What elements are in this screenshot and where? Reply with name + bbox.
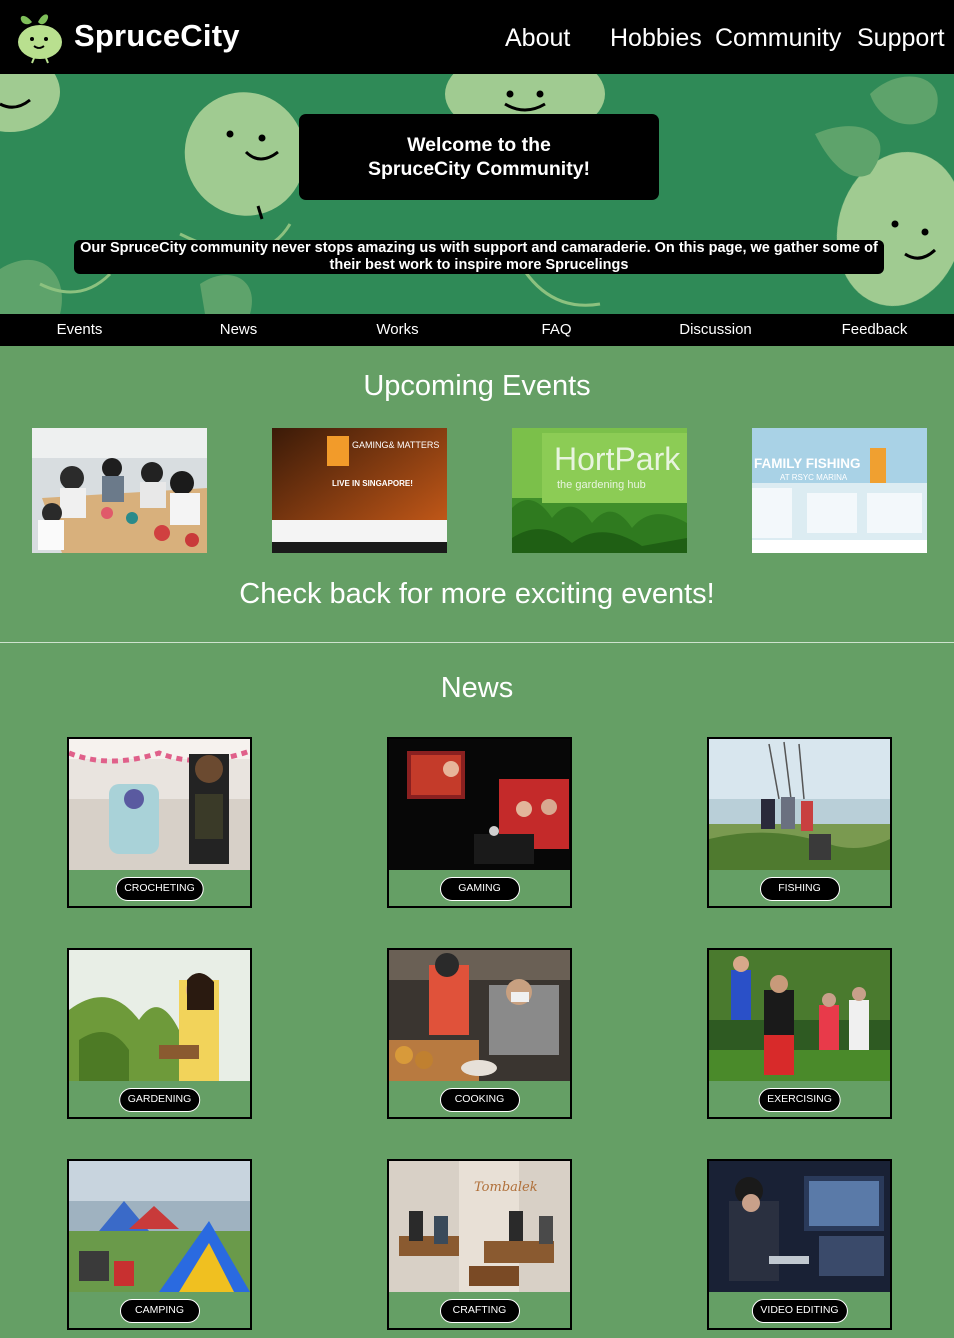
news-card-crocheting[interactable]: CROCHETING: [67, 737, 252, 908]
section-divider: [0, 642, 954, 643]
gaming-matters-poster: GAMING& MATTERS LIVE IN SINGAPORE!: [272, 428, 447, 553]
exercising-photo: [709, 950, 890, 1081]
crocheting-photo: [69, 739, 250, 870]
event-image-fishing[interactable]: FAMILY FISHING AT RSYC MARINA: [752, 428, 927, 553]
subnav-discussion[interactable]: Discussion: [636, 314, 795, 346]
welcome-line-2: SpruceCity Community!: [367, 158, 591, 180]
tag-cooking[interactable]: COOKING: [439, 1088, 520, 1112]
news-card-camping[interactable]: CAMPING: [67, 1159, 252, 1330]
camping-photo: [69, 1161, 250, 1292]
nav-hobbies[interactable]: Hobbies: [610, 24, 702, 53]
news-card-fishing[interactable]: FISHING: [707, 737, 892, 908]
news-card-video-editing[interactable]: VIDEO EDITING: [707, 1159, 892, 1330]
news-heading: News: [440, 672, 514, 704]
fishing-poster-title: FAMILY FISHING: [754, 456, 861, 471]
gaming-photo: [389, 739, 570, 870]
hortpark-sign-title: HortPark: [554, 441, 681, 477]
tag-exercising[interactable]: EXERCISING: [758, 1088, 841, 1112]
event-image-gaming[interactable]: GAMING& MATTERS LIVE IN SINGAPORE!: [272, 428, 447, 553]
cooking-photo: [389, 950, 570, 1081]
hero-banner: Welcome to the SpruceCity Community! Our…: [0, 74, 954, 314]
subnav-feedback[interactable]: Feedback: [795, 314, 954, 346]
video-editing-photo: [709, 1161, 890, 1292]
intro-text: Our SpruceCity community never stops ama…: [74, 240, 884, 274]
gaming-poster-title: GAMING& MATTERS: [352, 440, 439, 450]
tag-video-editing[interactable]: VIDEO EDITING: [751, 1299, 848, 1323]
gardening-photo: [69, 950, 250, 1081]
news-card-cooking[interactable]: COOKING: [387, 948, 572, 1119]
tag-gardening[interactable]: GARDENING: [118, 1088, 201, 1112]
section-nav: Events News Works FAQ Discussion Feedbac…: [0, 314, 954, 346]
svg-text:Tombalek: Tombalek: [474, 1180, 538, 1195]
events-footer-text: Check back for more exciting events!: [239, 578, 715, 610]
news-card-gaming[interactable]: GAMING: [387, 737, 572, 908]
brand-name[interactable]: SpruceCity: [74, 18, 240, 54]
nav-community[interactable]: Community: [715, 24, 841, 53]
tag-crafting[interactable]: CRAFTING: [439, 1299, 520, 1323]
tag-gaming[interactable]: GAMING: [439, 877, 520, 901]
subnav-works[interactable]: Works: [318, 314, 477, 346]
family-fishing-poster: FAMILY FISHING AT RSYC MARINA: [752, 428, 927, 553]
tag-crocheting[interactable]: CROCHETING: [115, 877, 204, 901]
welcome-line-1: Welcome to the: [407, 134, 551, 156]
event-image-hortpark[interactable]: HortPark the gardening hub: [512, 428, 687, 553]
fishing-photo: [709, 739, 890, 870]
nav-about[interactable]: About: [505, 24, 570, 53]
news-card-exercising[interactable]: EXERCISING: [707, 948, 892, 1119]
news-card-gardening[interactable]: GARDENING: [67, 948, 252, 1119]
nav-support[interactable]: Support: [857, 24, 945, 53]
event-image-crochet[interactable]: [32, 428, 207, 553]
subnav-news[interactable]: News: [159, 314, 318, 346]
gaming-poster-sub: LIVE IN SINGAPORE!: [332, 479, 413, 488]
subnav-events[interactable]: Events: [0, 314, 159, 346]
spruce-logo-icon[interactable]: [14, 8, 66, 64]
fishing-poster-sub: AT RSYC MARINA: [780, 473, 848, 482]
top-navbar: SpruceCity About Hobbies Community Suppo…: [0, 0, 954, 74]
subnav-faq[interactable]: FAQ: [477, 314, 636, 346]
welcome-box: Welcome to the SpruceCity Community!: [299, 114, 659, 200]
tag-fishing[interactable]: FISHING: [759, 877, 840, 901]
news-card-crafting[interactable]: Tombalek CRAFTING: [387, 1159, 572, 1330]
crafting-photo: Tombalek: [389, 1161, 570, 1292]
hortpark-sign-sub: the gardening hub: [557, 479, 646, 491]
tag-camping[interactable]: CAMPING: [119, 1299, 200, 1323]
events-heading: Upcoming Events: [363, 370, 591, 402]
crochet-workshop-photo: [32, 428, 207, 553]
hortpark-sign-photo: HortPark the gardening hub: [512, 428, 687, 553]
